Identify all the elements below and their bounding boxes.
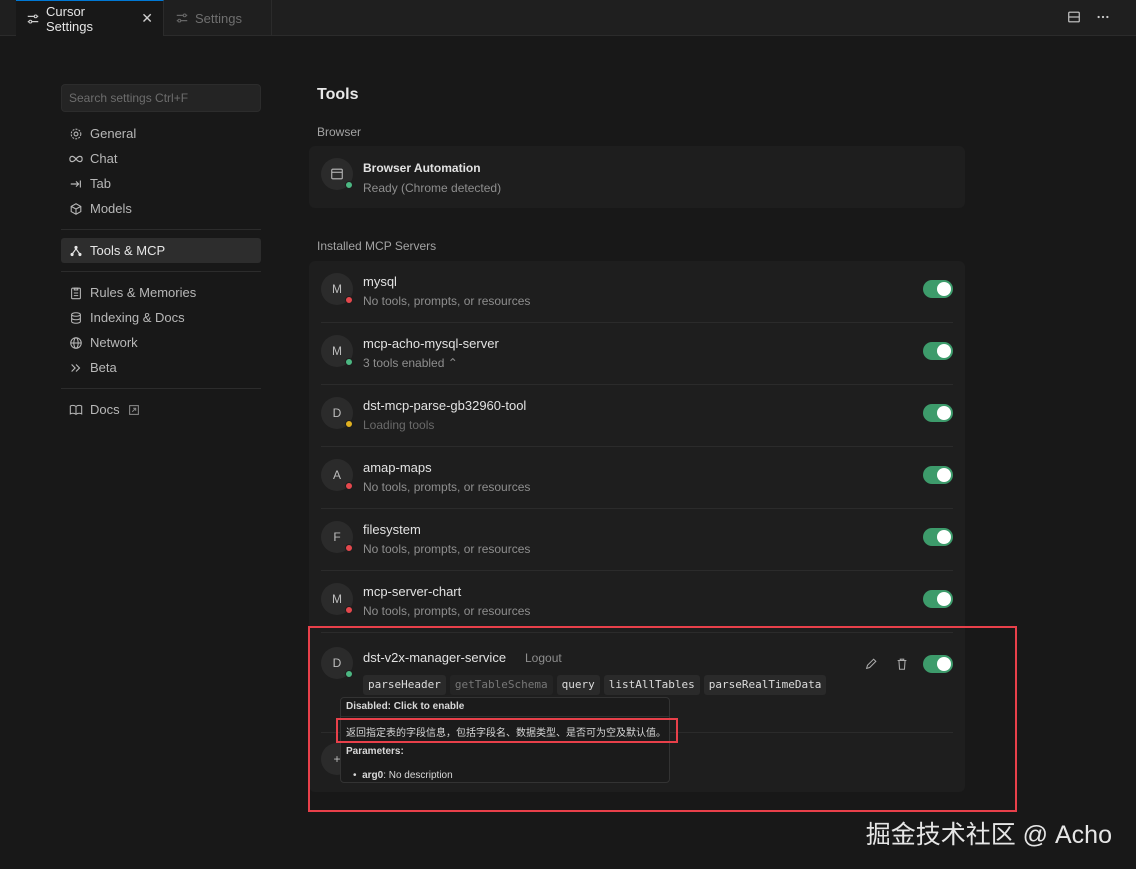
split-editor-icon[interactable]	[1066, 9, 1081, 24]
cube-icon	[68, 201, 83, 216]
status-dot	[345, 420, 353, 428]
server-status: No tools, prompts, or resources	[363, 294, 531, 308]
server-name: mysql	[363, 274, 397, 289]
sidebar-item-tools-mcp[interactable]: Tools & MCP	[61, 238, 261, 263]
gear-icon	[68, 126, 83, 141]
highlight-box-description	[336, 718, 678, 743]
sidebar-item-label: General	[90, 126, 137, 141]
sidebar-item-label: Models	[90, 201, 132, 216]
server-toggle[interactable]	[923, 466, 953, 484]
sidebar-item-chat[interactable]: Chat	[61, 146, 261, 171]
sidebar-nav: General Chat Tab Models Tools & MCP Rule…	[61, 121, 261, 422]
sidebar-item-label: Indexing & Docs	[90, 310, 185, 325]
server-row-mcp-acho-mysql-server: M mcp-acho-mysql-server 3 tools enabled …	[321, 323, 953, 385]
close-icon[interactable]: ✕	[141, 10, 153, 27]
sidebar-item-rules-memories[interactable]: Rules & Memories	[61, 280, 261, 305]
tab-settings[interactable]: Settings	[164, 0, 272, 36]
watermark: 掘金技术社区 @ Acho	[865, 821, 1112, 849]
server-name: filesystem	[363, 522, 421, 537]
tabbar-actions	[1066, 9, 1110, 24]
sidebar-item-models[interactable]: Models	[61, 196, 261, 221]
server-status: No tools, prompts, or resources	[363, 480, 531, 494]
tab-cursor-settings[interactable]: Cursor Settings ✕	[16, 0, 164, 36]
status-dot	[345, 358, 353, 366]
browser-row: Browser Automation Ready (Chrome detecte…	[321, 146, 953, 208]
sidebar-item-tab[interactable]: Tab	[61, 171, 261, 196]
globe-icon	[68, 335, 83, 350]
nav-divider	[61, 229, 261, 230]
search-input[interactable]	[61, 84, 261, 112]
editor-tab-bar: Cursor Settings ✕ Settings	[0, 0, 1136, 36]
book-icon	[68, 402, 83, 417]
infinity-icon	[68, 151, 83, 166]
sidebar-item-label: Docs	[90, 402, 120, 417]
sidebar-item-beta[interactable]: Beta	[61, 355, 261, 380]
page-title: Tools	[317, 86, 359, 103]
server-name: dst-mcp-parse-gb32960-tool	[363, 398, 527, 413]
tab-arrow-icon	[68, 176, 83, 191]
clipboard-icon	[68, 285, 83, 300]
sidebar-item-network[interactable]: Network	[61, 330, 261, 355]
nav-divider	[61, 388, 261, 389]
section-label-browser: Browser	[317, 125, 362, 139]
browser-automation-card: Browser Automation Ready (Chrome detecte…	[309, 146, 965, 208]
sidebar-item-label: Rules & Memories	[90, 285, 197, 300]
browser-name: Browser Automation	[363, 161, 481, 175]
server-row-dst-mcp-parse: D dst-mcp-parse-gb32960-tool Loading too…	[321, 385, 953, 447]
tools-icon	[68, 243, 83, 258]
server-name: mcp-acho-mysql-server	[363, 336, 499, 351]
server-toggle[interactable]	[923, 528, 953, 546]
server-row-mysql: M mysql No tools, prompts, or resources	[321, 261, 953, 323]
sidebar-item-indexing-docs[interactable]: Indexing & Docs	[61, 305, 261, 330]
server-name: mcp-server-chart	[363, 584, 462, 599]
sidebar-item-general[interactable]: General	[61, 121, 261, 146]
status-dot	[345, 482, 353, 490]
server-row-mcp-server-chart: M mcp-server-chart No tools, prompts, or…	[321, 571, 953, 633]
settings-sliders-icon	[174, 11, 189, 26]
server-row-amap-maps: A amap-maps No tools, prompts, or resour…	[321, 447, 953, 509]
status-dot	[345, 296, 353, 304]
status-dot	[345, 606, 353, 614]
chevrons-icon	[68, 360, 83, 375]
sidebar-item-docs[interactable]: Docs	[61, 397, 261, 422]
more-actions-icon[interactable]	[1095, 9, 1110, 24]
nav-divider	[61, 271, 261, 272]
server-row-filesystem: F filesystem No tools, prompts, or resou…	[321, 509, 953, 571]
database-icon	[68, 310, 83, 325]
browser-status: Ready (Chrome detected)	[363, 181, 502, 195]
section-label-mcp: Installed MCP Servers	[317, 239, 437, 253]
tab-label: Settings	[195, 10, 242, 26]
server-toggle[interactable]	[923, 280, 953, 298]
sidebar-item-label: Chat	[90, 151, 118, 166]
sidebar-item-label: Tab	[90, 176, 111, 191]
server-status: No tools, prompts, or resources	[363, 604, 531, 618]
external-link-icon	[127, 402, 142, 417]
server-toggle[interactable]	[923, 342, 953, 360]
server-status: Loading tools	[363, 418, 435, 432]
status-dot	[345, 181, 353, 189]
server-name: amap-maps	[363, 460, 432, 475]
tools-enabled-toggle[interactable]: 3 tools enabled ⌃	[363, 356, 458, 370]
tab-label: Cursor Settings	[46, 3, 93, 34]
status-dot	[345, 544, 353, 552]
sidebar-item-label: Tools & MCP	[90, 243, 166, 258]
server-status: No tools, prompts, or resources	[363, 542, 531, 556]
settings-sliders-icon	[26, 11, 40, 26]
server-toggle[interactable]	[923, 404, 953, 422]
sidebar-item-label: Beta	[90, 360, 117, 375]
server-toggle[interactable]	[923, 590, 953, 608]
sidebar-item-label: Network	[90, 335, 138, 350]
